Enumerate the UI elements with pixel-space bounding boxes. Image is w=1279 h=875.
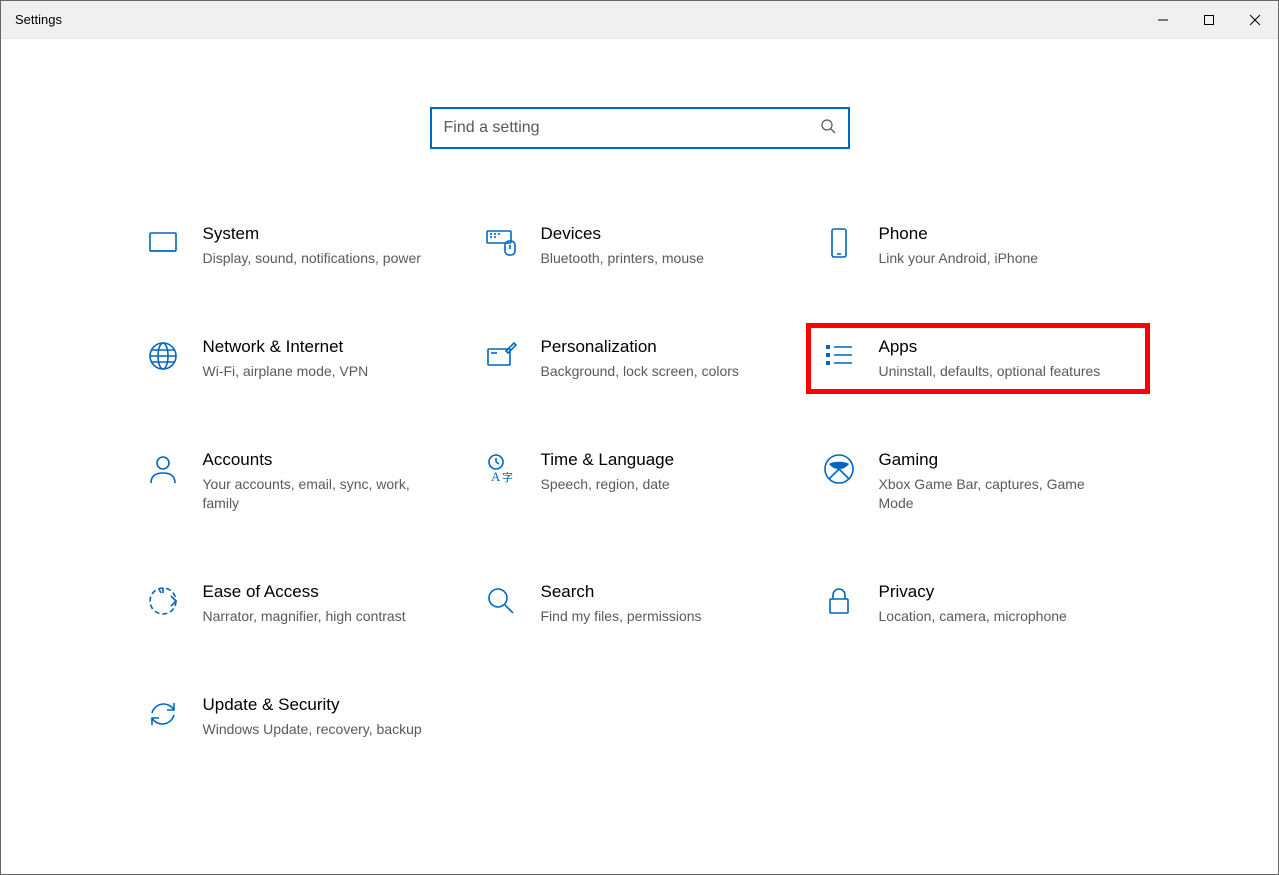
- person-icon: [143, 449, 183, 489]
- apps-icon: [819, 336, 859, 376]
- system-icon: [143, 223, 183, 263]
- tile-title: Network & Internet: [203, 336, 369, 358]
- phone-icon: [819, 223, 859, 263]
- tile-title: Phone: [879, 223, 1039, 245]
- tile-title: System: [203, 223, 421, 245]
- tile-title: Search: [541, 581, 702, 603]
- tile-personalization[interactable]: Personalization Background, lock screen,…: [471, 326, 809, 391]
- search-icon: [481, 581, 521, 621]
- tile-desc: Display, sound, notifications, power: [203, 249, 421, 268]
- tile-time-language[interactable]: A字 Time & Language Speech, region, date: [471, 439, 809, 523]
- lock-icon: [819, 581, 859, 621]
- search-box[interactable]: [430, 107, 850, 149]
- titlebar: Settings: [1, 1, 1278, 39]
- content-area: System Display, sound, notifications, po…: [1, 39, 1278, 874]
- tile-privacy[interactable]: Privacy Location, camera, microphone: [809, 571, 1147, 636]
- maximize-button[interactable]: [1186, 1, 1232, 38]
- tile-devices[interactable]: Devices Bluetooth, printers, mouse: [471, 213, 809, 278]
- tile-title: Update & Security: [203, 694, 422, 716]
- close-button[interactable]: [1232, 1, 1278, 38]
- tile-ease-of-access[interactable]: Ease of Access Narrator, magnifier, high…: [133, 571, 471, 636]
- tile-accounts[interactable]: Accounts Your accounts, email, sync, wor…: [133, 439, 471, 523]
- tile-search[interactable]: Search Find my files, permissions: [471, 571, 809, 636]
- tile-apps[interactable]: Apps Uninstall, defaults, optional featu…: [809, 326, 1147, 391]
- ease-of-access-icon: [143, 581, 183, 621]
- tile-gaming[interactable]: Gaming Xbox Game Bar, captures, Game Mod…: [809, 439, 1147, 523]
- tile-desc: Your accounts, email, sync, work, family: [203, 475, 433, 513]
- devices-icon: [481, 223, 521, 263]
- settings-grid: System Display, sound, notifications, po…: [133, 213, 1147, 749]
- tile-desc: Windows Update, recovery, backup: [203, 720, 422, 739]
- tile-desc: Uninstall, defaults, optional features: [879, 362, 1101, 381]
- tile-title: Apps: [879, 336, 1101, 358]
- globe-icon: [143, 336, 183, 376]
- svg-text:字: 字: [502, 470, 513, 484]
- search-input[interactable]: [444, 119, 820, 137]
- tile-title: Ease of Access: [203, 581, 406, 603]
- tile-phone[interactable]: Phone Link your Android, iPhone: [809, 213, 1147, 278]
- window-title: Settings: [15, 12, 62, 27]
- gaming-icon: [819, 449, 859, 489]
- window-controls: [1140, 1, 1278, 38]
- time-language-icon: A字: [481, 449, 521, 489]
- svg-text:A: A: [491, 469, 501, 484]
- tile-update-security[interactable]: Update & Security Windows Update, recove…: [133, 684, 471, 749]
- search-icon: [820, 118, 836, 139]
- update-icon: [143, 694, 183, 734]
- tile-title: Devices: [541, 223, 704, 245]
- tile-title: Personalization: [541, 336, 739, 358]
- tile-title: Accounts: [203, 449, 433, 471]
- tile-desc: Xbox Game Bar, captures, Game Mode: [879, 475, 1109, 513]
- tile-desc: Background, lock screen, colors: [541, 362, 739, 381]
- tile-desc: Bluetooth, printers, mouse: [541, 249, 704, 268]
- tile-desc: Location, camera, microphone: [879, 607, 1067, 626]
- tile-desc: Wi-Fi, airplane mode, VPN: [203, 362, 369, 381]
- tile-title: Time & Language: [541, 449, 675, 471]
- tile-title: Privacy: [879, 581, 1067, 603]
- tile-title: Gaming: [879, 449, 1109, 471]
- minimize-button[interactable]: [1140, 1, 1186, 38]
- tile-desc: Narrator, magnifier, high contrast: [203, 607, 406, 626]
- tile-desc: Link your Android, iPhone: [879, 249, 1039, 268]
- personalization-icon: [481, 336, 521, 376]
- tile-system[interactable]: System Display, sound, notifications, po…: [133, 213, 471, 278]
- settings-window: Settings Sy: [0, 0, 1279, 875]
- tile-desc: Find my files, permissions: [541, 607, 702, 626]
- tile-desc: Speech, region, date: [541, 475, 675, 494]
- tile-network[interactable]: Network & Internet Wi-Fi, airplane mode,…: [133, 326, 471, 391]
